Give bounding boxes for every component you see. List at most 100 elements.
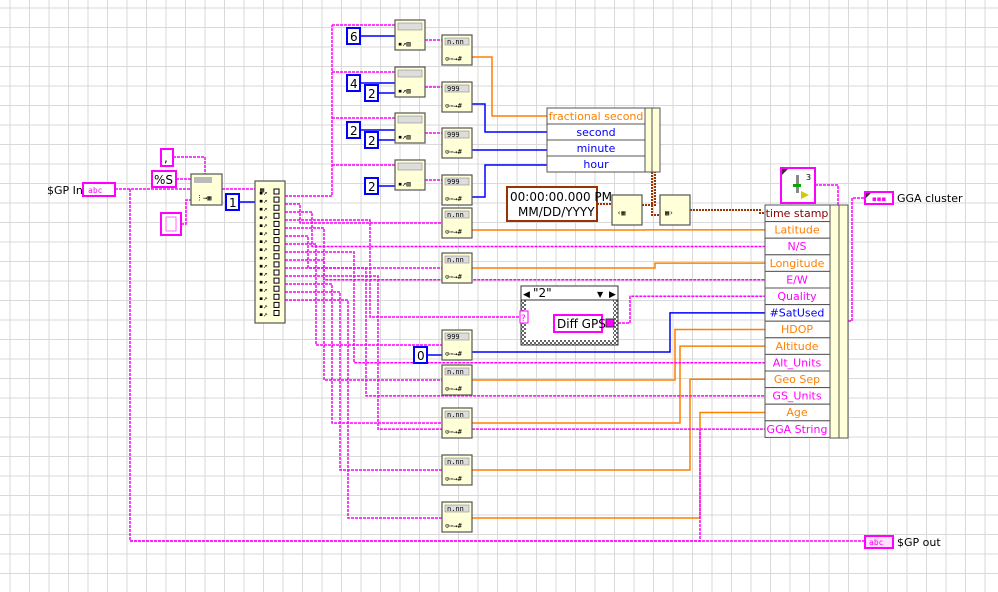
fract-exp-string-to-number-function[interactable]: n.nn ⊙⋯→# bbox=[441, 34, 473, 66]
gga-cluster-label: GGA cluster bbox=[897, 192, 963, 205]
index-constant[interactable]: 1 bbox=[225, 193, 240, 211]
gga-bundle-by-name[interactable]: time stamp Latitude N/S Longitude E/W Quality… bbox=[764, 204, 849, 439]
svg-text:⊙⋯→#: ⊙⋯→# bbox=[445, 228, 463, 236]
decimal-string-to-number-function[interactable]: 999 ⊙⋯→# bbox=[441, 174, 473, 206]
case-selector-label: "2" bbox=[533, 286, 552, 300]
wire bbox=[285, 291, 442, 471]
sgp-out-terminal[interactable]: abc bbox=[864, 535, 894, 549]
constant-value: 4 bbox=[350, 77, 358, 91]
offset-constant-4[interactable]: 4 bbox=[346, 74, 361, 92]
gga-bundle-row: #SatUsed bbox=[770, 307, 825, 320]
wire bbox=[848, 197, 865, 322]
decimal-string-to-number-function[interactable]: 999 ⊙⋯→# bbox=[441, 127, 473, 159]
cluster-constant[interactable]: 3 bbox=[780, 167, 816, 204]
gga-bundle-row: HDOP bbox=[781, 323, 813, 336]
case-next-arrow[interactable]: ▶ bbox=[609, 290, 616, 300]
index-array-function[interactable]: ▦ ▪↗▪↗▪↗▪↗▪↗▪↗▪↗▪↗▪↗▪↗▪↗▪↗▪↗▪↗▪↗▪↗ bbox=[254, 180, 286, 324]
conversion-glyph: n.nn bbox=[447, 505, 464, 513]
cluster-count: 3 bbox=[806, 173, 811, 182]
wire bbox=[815, 184, 839, 205]
fract-exp-string-to-number-function[interactable]: n.nn ⊙⋯→# bbox=[441, 207, 473, 239]
gga-bundle-row: Alt_Units bbox=[773, 356, 822, 369]
conversion-glyph: n.nn bbox=[447, 411, 464, 419]
date-time-to-seconds-function[interactable]: ‹▦ bbox=[611, 194, 643, 226]
svg-text:⊙⋯→#: ⊙⋯→# bbox=[445, 522, 463, 530]
fract-exp-string-to-number-function[interactable]: n.nn ⊙⋯→# bbox=[441, 407, 473, 439]
svg-text:▪↗▨: ▪↗▨ bbox=[398, 133, 411, 141]
index-value: 1 bbox=[229, 196, 237, 210]
gga-bundle-row: N/S bbox=[788, 240, 807, 253]
wire bbox=[472, 345, 765, 424]
wire bbox=[472, 411, 765, 519]
case-structure[interactable]: ◀ ▶ ▼ "2" ? Diff GPS bbox=[519, 285, 619, 346]
sat-default-constant[interactable]: 0 bbox=[413, 346, 428, 364]
conversion-glyph: 999 bbox=[447, 131, 460, 139]
string-subset-function[interactable]: ▪↗▨ bbox=[394, 159, 426, 191]
svg-text:▪↗: ▪↗ bbox=[259, 238, 267, 246]
svg-text:▪↗: ▪↗ bbox=[259, 270, 267, 278]
wire bbox=[285, 299, 442, 519]
fract-exp-string-to-number-function[interactable]: n.nn ⊙⋯→# bbox=[441, 454, 473, 486]
gga-cluster-indicator[interactable]: ▪▪▪ bbox=[864, 191, 894, 205]
diff-gps-constant[interactable]: Diff GPS bbox=[557, 317, 606, 331]
wire bbox=[173, 156, 206, 174]
length-constant-2a[interactable]: 2 bbox=[364, 84, 379, 102]
svg-text:⊙⋯→#: ⊙⋯→# bbox=[445, 148, 463, 156]
delimiter-constant[interactable]: , bbox=[160, 148, 174, 167]
wires bbox=[115, 24, 865, 542]
svg-text:▪↗: ▪↗ bbox=[259, 286, 267, 294]
svg-text:▪↗▨: ▪↗▨ bbox=[398, 87, 411, 95]
timestamp-time: 00:00:00.000 PM bbox=[510, 190, 612, 204]
svg-text:▪↗: ▪↗ bbox=[259, 221, 267, 229]
constant-value: 2 bbox=[368, 134, 376, 148]
case-dropdown-arrow[interactable]: ▼ bbox=[597, 290, 604, 299]
decimal-string-to-number-function[interactable]: 999 ⊙⋯→# bbox=[441, 329, 473, 361]
case-prev-arrow[interactable]: ◀ bbox=[523, 290, 530, 300]
gga-bundle-row: Quality bbox=[777, 290, 817, 303]
offset-constant-2[interactable]: 2 bbox=[346, 121, 361, 139]
svg-text:⊙⋯→#: ⊙⋯→# bbox=[445, 195, 463, 203]
length-constant-2c[interactable]: 2 bbox=[364, 177, 379, 195]
constant-value: 2 bbox=[368, 87, 376, 101]
time-bundle-by-name[interactable]: fractional second second minute hour bbox=[546, 107, 661, 173]
constant-value: 2 bbox=[350, 124, 358, 138]
gga-bundle-row: E/W bbox=[786, 273, 808, 286]
string-subset-function[interactable]: ▪↗▨ bbox=[394, 112, 426, 144]
constant-value: 2 bbox=[368, 180, 376, 194]
constant-value: 6 bbox=[350, 30, 358, 44]
offset-constant-6[interactable]: 6 bbox=[346, 27, 361, 45]
block-diagram: $GP In abc , %S ⋮→▦ 1 ▦ ▪↗▪↗▪↗▪↗▪↗▪↗▪↗▪↗… bbox=[0, 0, 998, 592]
format-string-constant[interactable]: %S bbox=[151, 170, 177, 188]
wire bbox=[181, 199, 191, 225]
fract-exp-string-to-number-function[interactable]: n.nn ⊙⋯→# bbox=[441, 364, 473, 396]
gga-bundle-row: Geo Sep bbox=[774, 373, 820, 386]
gga-bundle-row: Latitude bbox=[774, 224, 820, 237]
svg-text:⊙⋯→#: ⊙⋯→# bbox=[445, 55, 463, 63]
svg-text:▪↗: ▪↗ bbox=[259, 205, 267, 213]
wire bbox=[285, 25, 333, 197]
svg-text:⊙⋯→#: ⊙⋯→# bbox=[445, 385, 463, 393]
svg-text:▪↗▨: ▪↗▨ bbox=[398, 40, 411, 48]
string-glyph: abc bbox=[869, 538, 884, 547]
sgp-out-label: $GP out bbox=[897, 536, 941, 549]
case-selector-tunnel: ? bbox=[521, 314, 526, 324]
empty-string-constant[interactable] bbox=[160, 212, 182, 236]
svg-text:▪↗: ▪↗ bbox=[259, 302, 267, 310]
seconds-to-date-time-function[interactable]: ▦› bbox=[659, 194, 691, 226]
scan-strings-function[interactable]: ⋮→▦ bbox=[190, 173, 223, 206]
fract-exp-string-to-number-function[interactable]: n.nn ⊙⋯→# bbox=[441, 252, 473, 284]
conversion-glyph: n.nn bbox=[447, 38, 464, 46]
svg-text:⊙⋯→#: ⊙⋯→# bbox=[445, 475, 463, 483]
sgp-in-terminal[interactable]: abc bbox=[82, 182, 116, 197]
length-constant-2b[interactable]: 2 bbox=[364, 131, 379, 149]
gga-bundle-row: Age bbox=[786, 406, 808, 419]
conversion-glyph: 999 bbox=[447, 178, 460, 186]
timestamp-constant[interactable]: 00:00:00.000 PM MM/DD/YYYY bbox=[506, 186, 612, 222]
string-subset-function[interactable]: ▪↗▨ bbox=[394, 66, 426, 98]
svg-text:▪↗: ▪↗ bbox=[259, 278, 267, 286]
fract-exp-string-to-number-function[interactable]: n.nn ⊙⋯→# bbox=[441, 501, 473, 533]
svg-text:⊙⋯→#: ⊙⋯→# bbox=[445, 273, 463, 281]
string-subset-function[interactable]: ▪↗▨ bbox=[394, 19, 426, 51]
decimal-string-to-number-function[interactable]: 999 ⊙⋯→# bbox=[441, 81, 473, 113]
svg-text:▪↗: ▪↗ bbox=[259, 311, 267, 319]
